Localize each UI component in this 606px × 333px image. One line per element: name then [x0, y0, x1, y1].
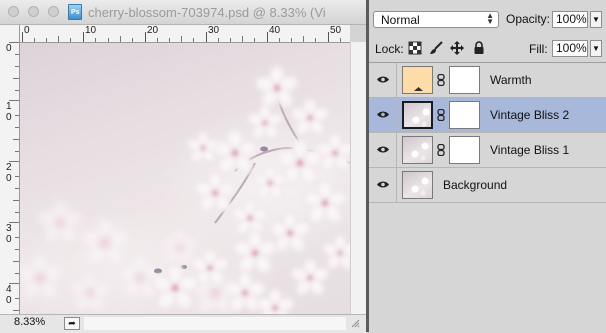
cherry-blossom-image: [20, 43, 350, 314]
document-title: cherry-blossom-703974.psd @ 8.33% (Vi: [88, 5, 326, 20]
blend-mode-value: Normal: [381, 13, 420, 27]
layer-row-background[interactable]: Background: [369, 168, 606, 203]
ruler-minor-ticks: [34, 36, 341, 42]
layer-name[interactable]: Vintage Bliss 1: [490, 143, 569, 157]
layer-mask-thumbnail[interactable]: [449, 66, 480, 94]
minimize-window-button[interactable]: [28, 6, 39, 17]
layer-options-row: Normal ▲ ▼ Opacity: 100% ▼: [369, 0, 606, 36]
document-window: Ps cherry-blossom-703974.psd @ 8.33% (Vi…: [0, 0, 366, 333]
fill-dropdown-button[interactable]: ▼: [590, 40, 602, 57]
layer-mask-thumbnail[interactable]: [449, 101, 480, 129]
layer-name[interactable]: Background: [443, 178, 507, 192]
zoom-window-button[interactable]: [48, 6, 59, 17]
close-window-button[interactable]: [8, 6, 19, 17]
layer-row-vintage-bliss-1[interactable]: Vintage Bliss 1: [369, 133, 606, 168]
layer-thumbnail[interactable]: [402, 101, 433, 129]
opacity-dropdown-button[interactable]: ▼: [590, 11, 602, 28]
resize-grip-icon[interactable]: [351, 319, 360, 328]
lock-transparent-pixels-icon[interactable]: [408, 41, 422, 55]
visibility-toggle[interactable]: [369, 63, 397, 97]
lock-image-pixels-brush-icon[interactable]: [429, 41, 443, 55]
link-chain-icon[interactable]: [437, 144, 445, 156]
opacity-label: Opacity:: [506, 12, 551, 26]
link-chain-icon[interactable]: [437, 74, 445, 86]
layers-empty-area: [369, 205, 606, 332]
share-arrow-icon[interactable]: ➦: [64, 317, 80, 330]
horizontal-ruler[interactable]: 0 10 20 30 40 50: [20, 25, 350, 43]
select-arrows-icon: ▲ ▼: [486, 11, 494, 26]
layers-panel: Normal ▲ ▼ Opacity: 100% ▼ Lock: Fill: 10…: [369, 0, 606, 332]
lock-row: Lock: Fill: 100% ▼: [369, 36, 606, 63]
blend-mode-select[interactable]: Normal ▲ ▼: [373, 11, 499, 28]
lock-position-move-icon[interactable]: [450, 41, 464, 55]
ruler-origin[interactable]: [0, 25, 20, 43]
psd-file-icon: Ps: [68, 4, 82, 20]
opacity-field[interactable]: 100%: [552, 11, 588, 28]
eye-icon: [377, 181, 389, 188]
fill-field[interactable]: 100%: [552, 40, 588, 57]
layer-row-warmth[interactable]: Warmth: [369, 63, 606, 98]
link-chain-icon[interactable]: [437, 109, 445, 121]
document-canvas[interactable]: [20, 43, 350, 314]
eye-icon: [377, 111, 389, 118]
visibility-toggle[interactable]: [369, 168, 397, 202]
document-titlebar: Ps cherry-blossom-703974.psd @ 8.33% (Vi: [0, 0, 366, 25]
layer-mask-thumbnail[interactable]: [449, 136, 480, 164]
layer-thumbnail[interactable]: [402, 136, 433, 164]
status-bar: 8.33% ➦: [0, 314, 366, 333]
zoom-level-field[interactable]: 8.33%: [14, 316, 45, 328]
eye-icon: [377, 146, 389, 153]
lock-all-padlock-icon[interactable]: [472, 41, 486, 55]
layer-thumbnail[interactable]: [402, 171, 433, 199]
adjustment-indicator-icon: [414, 87, 423, 91]
lock-label: Lock:: [375, 42, 404, 56]
visibility-toggle[interactable]: [369, 133, 397, 167]
vertical-scrollbar[interactable]: [350, 42, 366, 314]
layer-name[interactable]: Vintage Bliss 2: [490, 108, 569, 122]
ruler-minor-ticks: [9, 42, 19, 311]
eye-icon: [377, 76, 389, 83]
horizontal-scrollbar[interactable]: [84, 317, 346, 330]
visibility-toggle[interactable]: [369, 98, 397, 132]
layer-name[interactable]: Warmth: [490, 73, 532, 87]
vertical-ruler[interactable]: 0 1 0 2 0 3 0 4 0: [0, 42, 20, 314]
layer-row-vintage-bliss-2[interactable]: Vintage Bliss 2: [369, 98, 606, 133]
fill-label: Fill:: [529, 42, 548, 56]
